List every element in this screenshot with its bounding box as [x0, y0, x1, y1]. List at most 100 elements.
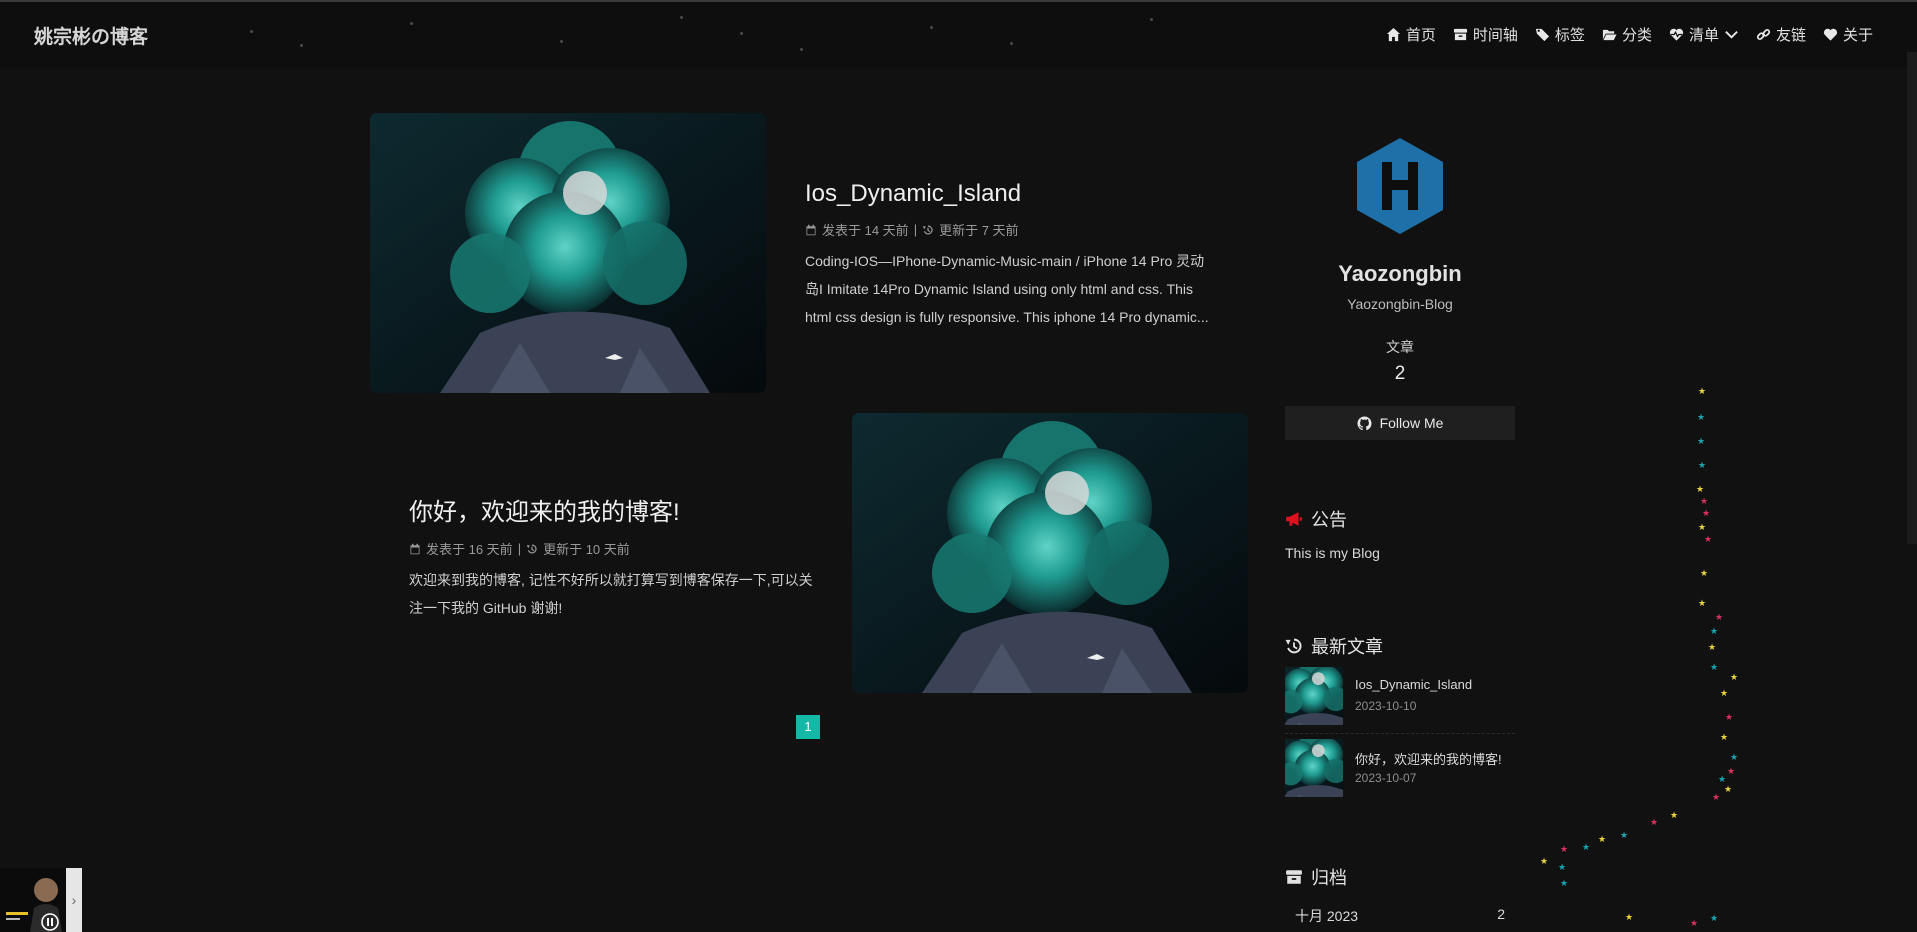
tags-icon [1535, 28, 1549, 42]
home-icon [1386, 27, 1400, 42]
firework-star: ★ [1620, 831, 1628, 841]
star-dot [800, 48, 803, 51]
firework-star: ★ [1720, 689, 1728, 699]
post-card: Ios_Dynamic_Island 发表于 14 天前 | 更新于 7 天前 … [805, 180, 1215, 331]
recent-post-date: 2023-10-07 [1355, 771, 1417, 785]
archive-count: 2 [1497, 906, 1505, 922]
firework-star: ★ [1710, 627, 1718, 637]
archive-section-title: 归档 [1285, 864, 1347, 890]
recent-post-title[interactable]: 你好，欢迎来的我的博客! [1355, 749, 1502, 768]
cover-image-art [370, 113, 766, 393]
nav-item-label: 分类 [1621, 27, 1652, 44]
nav-item-label: 关于 [1842, 27, 1873, 44]
firework-star: ★ [1698, 523, 1706, 533]
star-dot [300, 44, 303, 47]
author-avatar[interactable] [1354, 136, 1446, 236]
calendar-icon [806, 224, 816, 235]
firework-star: ★ [1730, 673, 1738, 683]
archive-icon [1453, 28, 1467, 41]
firework-star: ★ [1690, 919, 1698, 929]
star-dot [930, 26, 933, 29]
firework-star: ★ [1697, 413, 1705, 423]
cover-image-art [852, 413, 1248, 693]
post-cover-image[interactable] [370, 113, 766, 393]
star-dot [1150, 18, 1153, 21]
firework-star: ★ [1710, 663, 1718, 673]
nav-item-friends[interactable]: 友链 [1756, 24, 1806, 45]
archive-month: 十月 2023 [1295, 908, 1359, 924]
player-toggle-handle[interactable]: › [66, 868, 82, 932]
nav-item-timeline[interactable]: 时间轴 [1453, 24, 1518, 45]
firework-star: ★ [1650, 818, 1658, 828]
post-cover-image[interactable] [852, 413, 1248, 693]
firework-star: ★ [1712, 793, 1720, 803]
chevron-down-icon [1725, 31, 1738, 39]
nav-item-list[interactable]: 清单 [1669, 24, 1739, 45]
star-dot [680, 16, 683, 19]
nav-item-label: 清单 [1688, 27, 1719, 44]
link-icon [1756, 29, 1771, 40]
star-dot [410, 22, 413, 25]
notice-text: This is my Blog [1285, 545, 1380, 561]
post-published: 发表于 16 天前 [426, 542, 513, 557]
firework-star: ★ [1727, 767, 1735, 777]
post-title[interactable]: 你好，欢迎来的我的博客! [409, 492, 819, 527]
archive-item[interactable]: 十月 2023 2 [1295, 906, 1505, 926]
recent-title: 最新文章 [1311, 637, 1383, 657]
firework-star: ★ [1698, 387, 1706, 397]
recent-post-title[interactable]: Ios_Dynamic_Island [1355, 677, 1472, 692]
firework-star: ★ [1598, 835, 1606, 845]
recent-post-item[interactable]: 你好，欢迎来的我的博客! 2023-10-07 [1285, 739, 1515, 803]
article-count-label[interactable]: 文章 [1285, 337, 1515, 357]
folder-open-icon [1602, 29, 1617, 41]
music-player: › [0, 868, 82, 932]
notice-section-title: 公告 [1285, 506, 1347, 532]
firework-star: ★ [1702, 509, 1710, 519]
post-excerpt: 欢迎来到我的博客, 记性不好所以就打算写到博客保存一下,可以关注一下我的 Git… [409, 572, 813, 616]
album-cover[interactable] [0, 868, 66, 932]
firework-star: ★ [1700, 497, 1708, 507]
recent-post-item[interactable]: Ios_Dynamic_Island 2023-10-10 [1285, 667, 1515, 731]
nav-item-home[interactable]: 首页 [1386, 24, 1436, 45]
firework-star: ★ [1704, 535, 1712, 545]
firework-star: ★ [1708, 643, 1716, 653]
firework-star: ★ [1540, 857, 1548, 867]
nav-item-label: 标签 [1554, 27, 1585, 44]
pagination-page-current[interactable]: 1 [796, 715, 820, 739]
firework-star: ★ [1625, 913, 1633, 923]
history-icon [922, 224, 933, 234]
firework-star: ★ [1715, 613, 1723, 623]
star-dot [740, 32, 743, 35]
meta-separator: | [517, 541, 522, 556]
nav-item-categories[interactable]: 分类 [1602, 24, 1652, 45]
recent-post-thumbnail[interactable] [1285, 667, 1343, 725]
post-title[interactable]: Ios_Dynamic_Island [805, 180, 1215, 208]
firework-star: ★ [1725, 713, 1733, 723]
author-description: Yaozongbin-Blog [1347, 296, 1453, 312]
firework-star: ★ [1698, 599, 1706, 609]
nav-item-tags[interactable]: 标签 [1535, 24, 1585, 45]
follow-me-button[interactable]: Follow Me [1285, 406, 1515, 440]
post-excerpt: Coding-IOS—IPhone-Dynamic-Music-main / i… [805, 253, 1209, 325]
firework-star: ★ [1730, 753, 1738, 763]
calendar-icon [410, 543, 420, 554]
post-meta: 发表于 16 天前 | 更新于 10 天前 [409, 539, 819, 558]
recent-thumbnail-art [1285, 739, 1343, 797]
firework-decoration: ★ ★ ★ ★ ★ ★ ★ ★ ★ ★ ★ ★ ★ ★ ★ ★ ★ ★ ★ ★ … [1540, 387, 1738, 929]
site-brand[interactable]: 姚宗彬の博客 [34, 22, 148, 49]
nav-item-about[interactable]: 关于 [1823, 24, 1873, 45]
bullhorn-icon [1286, 512, 1302, 526]
album-cover-art [0, 868, 66, 932]
post-updated: 更新于 7 天前 [939, 223, 1019, 238]
firework-star: ★ [1698, 461, 1706, 471]
history-icon [1285, 638, 1302, 654]
firework-star: ★ [1560, 879, 1568, 889]
post-card: 你好，欢迎来的我的博客! 发表于 16 天前 | 更新于 10 天前 欢迎来到我… [409, 492, 819, 622]
meta-separator: | [913, 222, 918, 237]
archive-icon [1286, 870, 1302, 884]
chevron-right-icon: › [71, 892, 77, 908]
article-count-value[interactable]: 2 [1285, 363, 1515, 385]
firework-star: ★ [1724, 785, 1732, 795]
heartbeat-icon [1669, 28, 1684, 41]
recent-post-thumbnail[interactable] [1285, 739, 1343, 797]
